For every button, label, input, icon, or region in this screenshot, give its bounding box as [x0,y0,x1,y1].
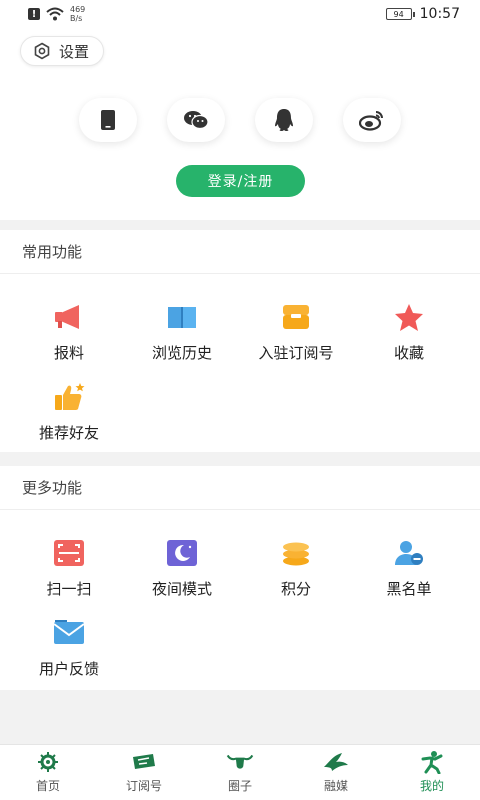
section-title: 常用功能 [0,230,480,274]
wifi-icon [46,7,64,21]
status-right: 94 10:57 [385,6,460,22]
moon-icon [165,536,199,570]
grid-item-favorites[interactable]: 收藏 [349,294,469,372]
grid-item-scan[interactable]: 扫一扫 [9,530,129,608]
bird-icon [322,751,350,773]
speed-value: 469 [70,5,86,14]
grid-item-label: 积分 [280,580,311,598]
grid-item-label: 推荐好友 [38,424,99,442]
more-functions-section: 更多功能 扫一扫 夜间模式 积分 黑名单 用户反馈 [0,466,480,690]
grid-item-label: 报料 [53,344,84,362]
tab-label: 订阅号 [125,779,162,793]
wechat-login-button[interactable] [167,98,225,142]
star-icon [392,300,426,334]
notification-icon: ! [28,8,40,20]
grid-item-history[interactable]: 浏览历史 [122,294,242,372]
tab-circles[interactable]: 圈子 [192,745,288,800]
thumbs-up-icon [52,380,86,414]
tab-label: 融媒 [323,779,348,793]
grid-item-label: 收藏 [393,344,424,362]
grid-item-join-subscription[interactable]: 入驻订阅号 [236,294,356,372]
megaphone-icon [52,300,86,334]
subscription-icon [130,751,158,773]
phone-login-button[interactable] [79,98,137,142]
phone-icon [101,110,115,130]
tab-label: 我的 [419,779,444,793]
grid-item-night-mode[interactable]: 夜间模式 [122,530,242,608]
grid-item-label: 扫一扫 [46,580,92,598]
coins-icon [279,536,313,570]
grid-item-label: 夜间模式 [151,580,212,598]
wechat-icon [184,111,209,130]
grid-item-label: 用户反馈 [38,660,99,678]
clock: 10:57 [419,6,460,22]
speed-unit: B/s [70,14,83,23]
home-icon [34,751,62,773]
profile-header: 设置 登录/注册 [0,28,480,220]
social-login-row [0,98,480,142]
common-functions-section: 常用功能 报料 浏览历史 入驻订阅号 收藏 推荐好友 [0,230,480,452]
grid-item-feedback[interactable]: 用户反馈 [9,610,129,688]
network-speed: 469 B/s [70,5,85,23]
grid-item-label: 浏览历史 [151,344,212,362]
section-title: 更多功能 [0,466,480,510]
gear-icon [34,42,50,60]
grid-item-report[interactable]: 报料 [9,294,129,372]
bottom-tab-bar: 首页 订阅号 圈子 融媒 我的 [0,744,480,800]
battery-icon: 94 [385,8,415,20]
status-bar: ! 469 B/s 94 10:57 [0,0,480,28]
tab-subscriptions[interactable]: 订阅号 [96,745,192,800]
tab-label: 首页 [35,779,60,793]
bull-icon [226,751,254,773]
scan-icon [52,536,86,570]
qq-login-button[interactable] [255,98,313,142]
qq-icon [275,109,293,131]
tab-mine[interactable]: 我的 [384,745,480,800]
box-icon [279,300,313,334]
tab-home[interactable]: 首页 [0,745,96,800]
settings-button[interactable]: 设置 [20,36,105,66]
mail-icon [52,616,86,650]
grid-item-points[interactable]: 积分 [236,530,356,608]
user-block-icon [392,536,426,570]
grid-item-label: 入驻订阅号 [258,344,334,362]
grid-item-blacklist[interactable]: 黑名单 [349,530,469,608]
status-left: ! 469 B/s [28,5,85,23]
weibo-icon [359,111,383,131]
grid-item-recommend-friends[interactable]: 推荐好友 [9,374,129,452]
tab-media[interactable]: 融媒 [288,745,384,800]
tab-label: 圈子 [227,779,252,793]
weibo-login-button[interactable] [343,98,401,142]
settings-label: 设置 [59,42,90,61]
grid-item-label: 黑名单 [386,580,432,598]
book-icon [165,300,199,334]
person-icon [418,751,446,774]
battery-level: 94 [393,9,404,19]
login-register-button[interactable]: 登录/注册 [176,165,305,197]
